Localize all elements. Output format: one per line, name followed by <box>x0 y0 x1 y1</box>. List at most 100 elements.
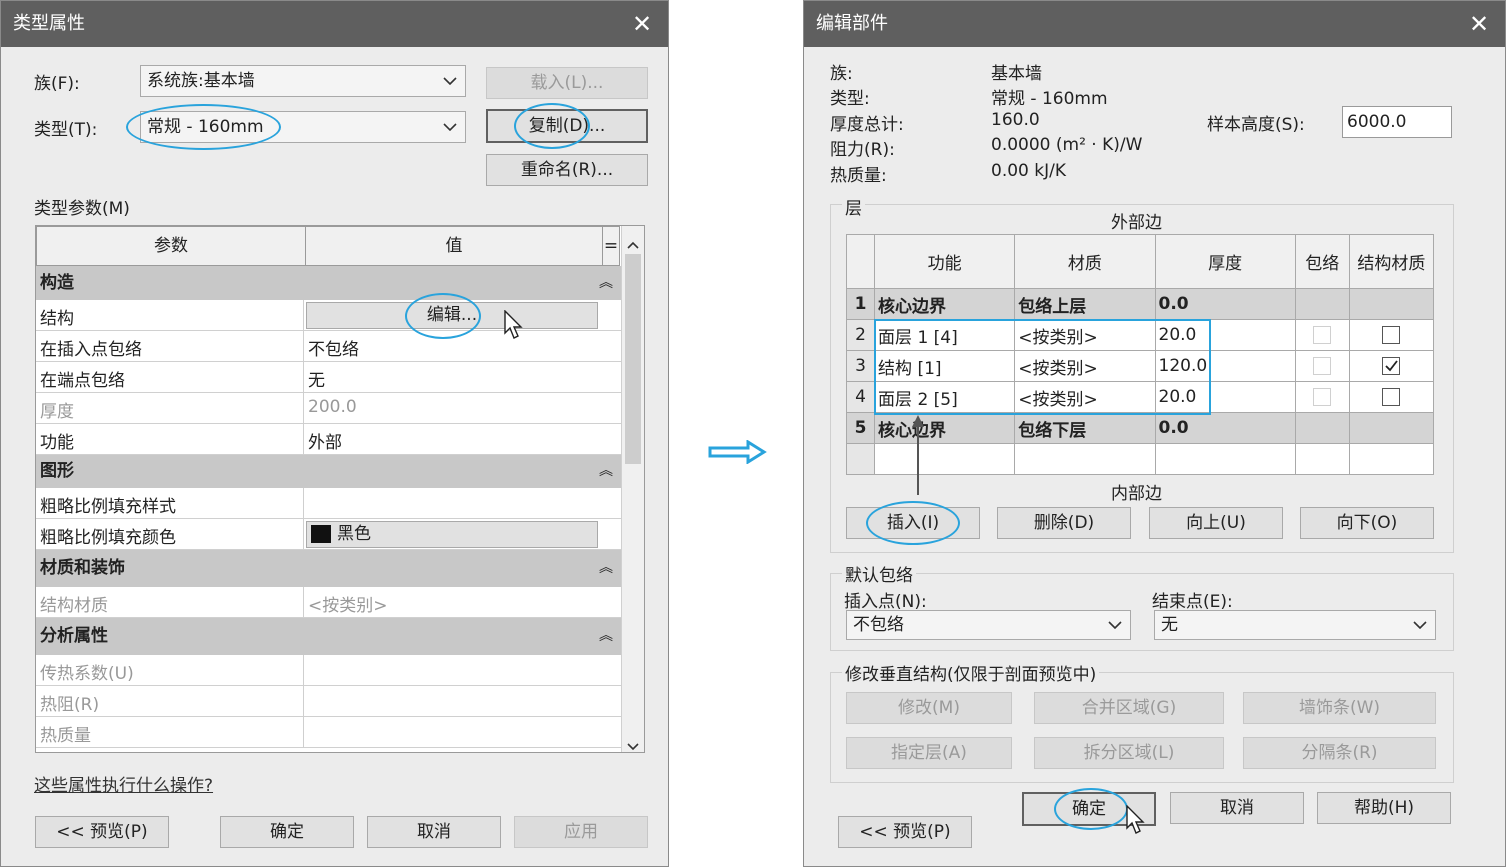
type-params-label: 类型参数(M) <box>34 199 130 219</box>
collapse-icon[interactable]: ︽ <box>599 550 613 587</box>
layer-num[interactable]: 2 <box>845 319 876 351</box>
close-icon[interactable]: ✕ <box>1467 1 1491 47</box>
wrap-checkbox[interactable] <box>1313 326 1332 344</box>
info-resistance-label: 阻力(R): <box>830 140 895 160</box>
struct-material-checkbox[interactable] <box>1382 326 1401 344</box>
apply-button[interactable]: 应用 <box>514 816 648 848</box>
type-label: 类型(T): <box>34 120 98 140</box>
type-select[interactable]: 常规 - 160mm <box>140 111 466 143</box>
ok-button[interactable]: 确定 <box>220 816 354 848</box>
layer-material[interactable]: 包络下层 <box>1014 412 1156 444</box>
col-material-header: 材质 <box>1014 234 1156 289</box>
prop-value: 200.0 <box>308 397 357 417</box>
col-param-header[interactable]: 参数 <box>36 226 306 266</box>
col-value-header[interactable]: 值 <box>305 226 603 266</box>
property-grid: 参数 值 = 构造 ︽ 结构 编辑... 在插入点包络 不包络 在端点包络 无 … <box>35 225 645 753</box>
highlight-box <box>874 319 1211 415</box>
layer-thickness[interactable]: 0.0 <box>1154 288 1296 320</box>
family-select[interactable]: 系统族:基本墙 <box>140 65 466 97</box>
layer-row[interactable]: 5 核心边界 包络下层 0.0 <box>845 412 1435 444</box>
prop-row-struct-material: 结构材质 <按类别> <box>36 587 621 618</box>
help-link[interactable]: 这些属性执行什么操作? <box>34 771 213 796</box>
insert-point-value: 不包络 <box>853 615 904 635</box>
split-region-button[interactable]: 拆分区域(L) <box>1034 737 1224 769</box>
load-button[interactable]: 载入(L)... <box>486 67 648 99</box>
reveals-button[interactable]: 分隔条(R) <box>1243 737 1436 769</box>
layer-num[interactable]: 5 <box>845 412 876 444</box>
modify-button[interactable]: 修改(M) <box>846 692 1012 724</box>
layer-material[interactable]: 包络上层 <box>1014 288 1156 320</box>
col-struct-material-header: 结构材质 <box>1348 234 1435 289</box>
edit-structure-button[interactable]: 编辑... <box>306 302 598 329</box>
prop-value: <按类别> <box>308 596 388 616</box>
prop-row-heat-coeff: 传热系数(U) <box>36 655 621 686</box>
group-label: 分析属性 <box>40 626 108 646</box>
info-thickness-label: 厚度总计: <box>830 115 904 135</box>
preview-button[interactable]: << 预览(P) <box>838 816 972 848</box>
move-down-button[interactable]: 向下(O) <box>1300 507 1434 539</box>
layer-num[interactable]: 4 <box>845 381 876 413</box>
info-family-value: 基本墙 <box>991 64 1042 84</box>
move-up-button[interactable]: 向上(U) <box>1149 507 1283 539</box>
struct-material-checkbox-checked[interactable] <box>1382 357 1401 375</box>
col-thickness-header: 厚度 <box>1154 234 1296 289</box>
prop-name: 结构 <box>40 309 74 329</box>
group-analysis[interactable]: 分析属性 ︽ <box>36 618 621 655</box>
group-graphics[interactable]: 图形 ︽ <box>36 455 621 488</box>
end-point-select[interactable]: 无 <box>1154 610 1436 640</box>
prop-name: 粗略比例填充颜色 <box>40 528 176 548</box>
insert-point-select[interactable]: 不包络 <box>846 610 1131 640</box>
wrap-checkbox[interactable] <box>1313 357 1332 375</box>
group-construction[interactable]: 构造 ︽ <box>36 266 621 300</box>
prop-row-wrap-insert: 在插入点包络 不包络 <box>36 331 621 362</box>
up-arrow-icon <box>910 413 926 502</box>
scrollbar[interactable] <box>621 226 644 752</box>
sample-height-value: 6000.0 <box>1347 112 1407 132</box>
merge-regions-button[interactable]: 合并区域(G) <box>1034 692 1224 724</box>
sweeps-button[interactable]: 墙饰条(W) <box>1243 692 1436 724</box>
layers-label: 层 <box>842 194 865 219</box>
sample-height-input[interactable]: 6000.0 <box>1342 106 1452 138</box>
assign-layers-button[interactable]: 指定层(A) <box>846 737 1012 769</box>
collapse-icon[interactable]: ︽ <box>599 266 613 300</box>
layer-function[interactable]: 核心边界 <box>874 412 1016 444</box>
collapse-icon[interactable]: ︽ <box>599 618 613 655</box>
close-icon[interactable]: ✕ <box>630 1 654 47</box>
color-picker-button[interactable]: 黑色 <box>306 521 598 548</box>
prop-name: 粗略比例填充样式 <box>40 497 176 517</box>
sample-height-label: 样本高度(S): <box>1207 115 1305 135</box>
collapse-icon[interactable]: ︽ <box>599 455 613 488</box>
layer-num[interactable]: 1 <box>845 288 876 320</box>
prop-value[interactable]: 外部 <box>308 428 342 453</box>
scroll-thumb[interactable] <box>625 254 641 464</box>
group-materials[interactable]: 材质和装饰 ︽ <box>36 550 621 587</box>
cancel-button[interactable]: 取消 <box>367 816 501 848</box>
preview-button[interactable]: << 预览(P) <box>35 816 169 848</box>
insert-button[interactable]: 插入(I) <box>846 507 980 539</box>
prop-name: 结构材质 <box>40 596 108 616</box>
info-thermal-value: 0.00 kJ/K <box>991 161 1066 181</box>
layer-thickness[interactable]: 0.0 <box>1154 412 1296 444</box>
scroll-up-icon[interactable] <box>627 234 639 254</box>
delete-button[interactable]: 删除(D) <box>997 507 1131 539</box>
wrap-checkbox[interactable] <box>1313 388 1332 406</box>
cancel-button[interactable]: 取消 <box>1170 792 1304 824</box>
exterior-side-label: 外部边 <box>1111 213 1162 233</box>
struct-material-checkbox[interactable] <box>1382 388 1401 406</box>
layer-function[interactable]: 核心边界 <box>874 288 1016 320</box>
end-point-value: 无 <box>1161 615 1178 635</box>
prop-value[interactable]: 不包络 <box>308 335 359 360</box>
col-eq-header[interactable]: = <box>602 226 620 266</box>
rename-button[interactable]: 重命名(R)... <box>486 154 648 186</box>
scroll-down-icon[interactable] <box>627 736 639 752</box>
prop-name: 厚度 <box>40 402 74 422</box>
duplicate-button[interactable]: 复制(D)... <box>486 109 648 143</box>
chevron-down-icon <box>1413 611 1427 639</box>
layer-num[interactable]: 3 <box>845 350 876 382</box>
prop-row-coarse-color: 粗略比例填充颜色 黑色 <box>36 519 621 550</box>
info-type-value: 常规 - 160mm <box>991 89 1108 109</box>
prop-name: 传热系数(U) <box>40 664 134 684</box>
prop-value[interactable]: 无 <box>308 366 325 391</box>
layer-row[interactable]: 1 核心边界 包络上层 0.0 <box>845 288 1435 320</box>
help-button[interactable]: 帮助(H) <box>1317 792 1451 824</box>
